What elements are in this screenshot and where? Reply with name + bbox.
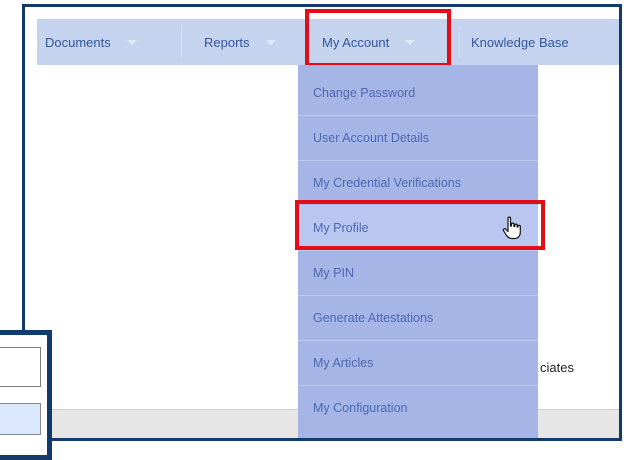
nav-item-reports[interactable]: Reports [204, 19, 276, 65]
menu-item-label: Change Password [313, 86, 416, 100]
menu-item-label: My PIN [313, 266, 354, 280]
my-account-dropdown-menu: Change Password User Account Details My … [298, 65, 538, 438]
top-nav-bar: Documents Reports My Account Knowledge B… [37, 19, 619, 65]
menu-item-my-credential-verifications[interactable]: My Credential Verifications [298, 161, 538, 205]
nav-item-my-account[interactable]: My Account [322, 19, 416, 65]
screenshot-frame: Documents Reports My Account Knowledge B… [22, 4, 622, 441]
chevron-down-icon [126, 39, 137, 45]
hand-pointer-icon [502, 216, 522, 243]
menu-item-label: My Configuration [313, 401, 408, 415]
nav-item-label: Documents [45, 34, 111, 50]
menu-item-label: My Credential Verifications [313, 176, 461, 190]
nav-separator [459, 27, 460, 57]
nav-item-knowledge-base[interactable]: Knowledge Base [471, 19, 569, 65]
nav-item-label: Reports [204, 34, 250, 50]
menu-item-user-account-details[interactable]: User Account Details [298, 116, 538, 160]
menu-item-my-pin[interactable]: My PIN [298, 251, 538, 295]
chevron-down-icon [265, 39, 276, 45]
nav-separator [309, 27, 310, 57]
menu-item-label: User Account Details [313, 131, 430, 145]
nav-separator [181, 27, 182, 57]
nav-item-label: My Account [322, 34, 390, 50]
nav-item-documents[interactable]: Documents [45, 19, 137, 65]
menu-item-generate-attestations[interactable]: Generate Attestations [298, 296, 538, 340]
menu-item-my-profile[interactable]: My Profile [298, 206, 538, 250]
menu-item-my-articles[interactable]: My Articles [298, 341, 538, 385]
chevron-down-icon [405, 39, 416, 45]
menu-item-label: My Articles [313, 356, 374, 370]
menu-item-label: Generate Attestations [313, 311, 434, 325]
menu-item-my-configuration[interactable]: My Configuration [298, 386, 538, 430]
inset-screenshot-panel [0, 330, 52, 460]
menu-item-change-password[interactable]: Change Password [298, 71, 538, 115]
inset-box [0, 347, 41, 387]
background-partial-text: ciates [540, 360, 574, 375]
menu-item-label: My Profile [313, 221, 369, 235]
inset-box [0, 403, 41, 435]
nav-item-label: Knowledge Base [471, 34, 569, 50]
